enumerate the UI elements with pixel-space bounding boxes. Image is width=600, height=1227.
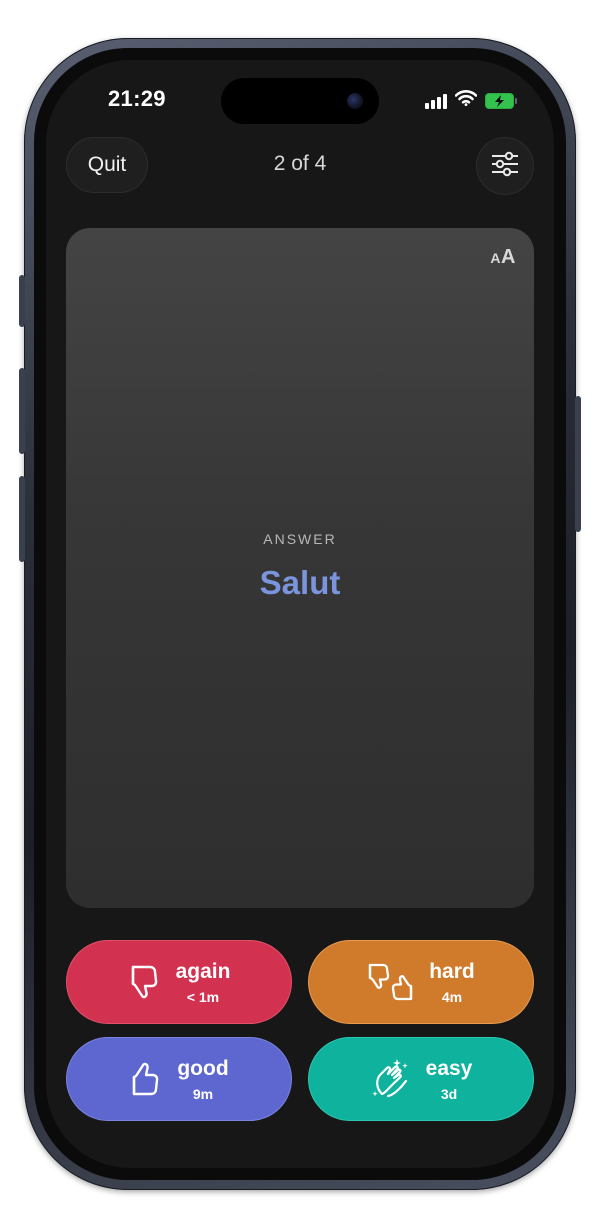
front-camera [347, 93, 363, 109]
volume-down-button [19, 476, 25, 562]
rate-hard-button[interactable]: hard 4m [308, 940, 534, 1024]
answer-text: Salut [259, 564, 341, 601]
dynamic-island [221, 78, 379, 124]
cellular-signal-icon [425, 93, 447, 109]
font-size-small-glyph: A [490, 250, 502, 266]
battery-charging-icon [485, 92, 517, 109]
wifi-icon [454, 90, 478, 111]
thumbs-up-icon [129, 1061, 163, 1097]
rate-again-button[interactable]: again < 1m [66, 940, 292, 1024]
status-time: 21:29 [108, 86, 166, 111]
rate-hard-label: hard [429, 959, 475, 983]
action-button [19, 275, 25, 327]
mixed-thumbs-icon [367, 962, 415, 1002]
power-button [575, 396, 581, 532]
flashcard[interactable]: AA ANSWER Salut [66, 228, 534, 908]
rate-easy-interval: 3d [440, 1085, 458, 1102]
volume-up-button [19, 368, 25, 454]
rate-good-interval: 9m [192, 1085, 214, 1102]
rate-good-button[interactable]: good 9m [66, 1037, 292, 1121]
rate-easy-label: easy [425, 1056, 473, 1080]
thumbs-down-icon [128, 964, 162, 1000]
settings-button[interactable] [476, 137, 534, 195]
rate-easy-button[interactable]: easy 3d [308, 1037, 534, 1121]
sliders-icon [490, 151, 520, 182]
status-icons [425, 90, 517, 111]
font-size-button[interactable]: AA [490, 246, 516, 269]
answer-section-label: ANSWER [263, 531, 337, 547]
rate-hard-interval: 4m [441, 988, 463, 1005]
rate-again-label: again [175, 959, 231, 983]
rate-good-label: good [177, 1056, 229, 1080]
rate-again-interval: < 1m [186, 988, 220, 1005]
clapping-hands-icon [370, 1058, 412, 1100]
font-size-large-glyph: A [501, 246, 516, 268]
app-screen: 21:29 Quit 2 of 4 AA ANSWER Salut again … [46, 60, 554, 1168]
